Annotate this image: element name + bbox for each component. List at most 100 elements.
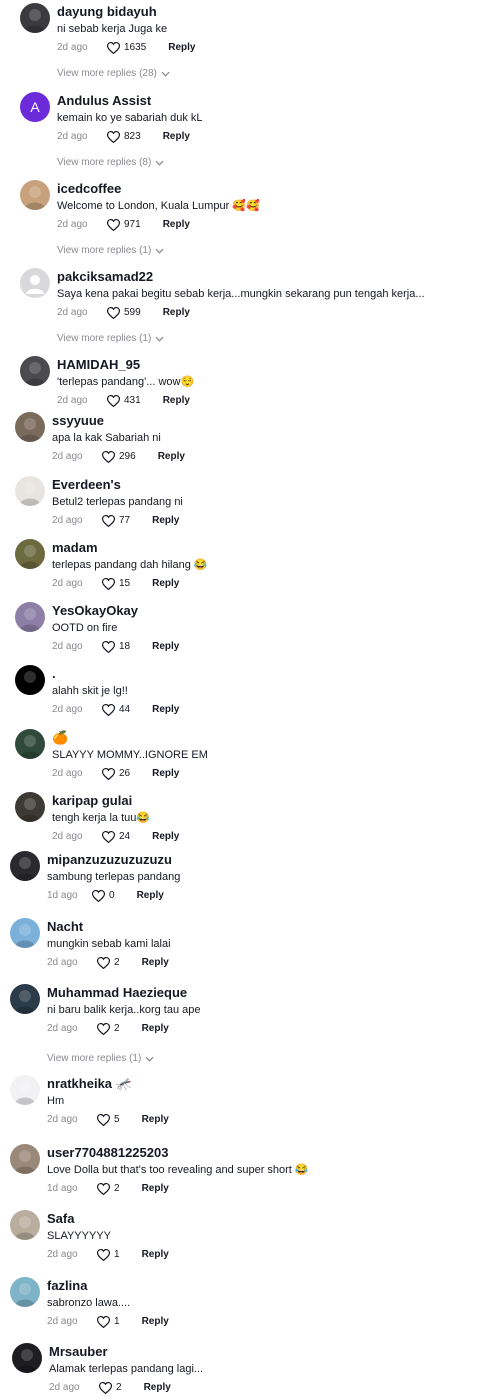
like-button[interactable]: 1635 [107, 41, 146, 54]
avatar[interactable] [10, 918, 40, 948]
avatar[interactable] [10, 1075, 40, 1105]
comment-username[interactable]: user7704881225203 [47, 1145, 168, 1161]
like-button[interactable]: 599 [107, 306, 141, 319]
avatar[interactable] [15, 792, 45, 822]
avatar[interactable] [10, 851, 40, 881]
like-button[interactable]: 2 [97, 956, 120, 969]
avatar[interactable] [15, 539, 45, 569]
like-button[interactable]: 296 [102, 450, 136, 463]
like-button[interactable]: 431 [107, 394, 141, 407]
avatar[interactable] [20, 268, 50, 298]
comment-username[interactable]: Mrsauber [49, 1344, 108, 1360]
avatar[interactable] [15, 729, 45, 759]
avatar[interactable] [12, 1343, 42, 1373]
like-button[interactable]: 44 [102, 703, 130, 716]
comment-username[interactable]: Safa [47, 1211, 74, 1227]
reply-button[interactable]: Reply [168, 41, 195, 54]
like-button[interactable]: 971 [107, 218, 141, 231]
reply-button[interactable]: Reply [142, 1182, 169, 1195]
avatar[interactable] [15, 602, 45, 632]
reply-button[interactable]: Reply [144, 1381, 171, 1394]
reply-button[interactable]: Reply [163, 306, 190, 319]
view-more-replies-button[interactable]: View more replies (1) [57, 333, 164, 344]
heart-outline-icon[interactable] [97, 1113, 110, 1126]
comment-username[interactable]: 🍊 [52, 730, 68, 746]
heart-outline-icon[interactable] [102, 830, 115, 843]
like-button[interactable]: 0 [92, 889, 115, 902]
comment-username[interactable]: nratkheika 🦟 [47, 1076, 132, 1092]
comment-username[interactable]: Nacht [47, 919, 83, 935]
heart-outline-icon[interactable] [92, 889, 105, 902]
view-more-replies-button[interactable]: View more replies (1) [57, 245, 164, 256]
heart-outline-icon[interactable] [107, 306, 120, 319]
comment-username[interactable]: fazlina [47, 1278, 87, 1294]
like-button[interactable]: 1 [97, 1248, 120, 1261]
view-more-replies-button[interactable]: View more replies (1) [47, 1053, 154, 1064]
heart-outline-icon[interactable] [97, 956, 110, 969]
like-button[interactable]: 15 [102, 577, 130, 590]
comment-username[interactable]: Andulus Assist [57, 93, 151, 109]
reply-button[interactable]: Reply [152, 703, 179, 716]
like-button[interactable]: 77 [102, 514, 130, 527]
comment-username[interactable]: ssyyuue [52, 413, 104, 429]
reply-button[interactable]: Reply [152, 640, 179, 653]
heart-outline-icon[interactable] [97, 1182, 110, 1195]
like-button[interactable]: 1 [97, 1315, 120, 1328]
reply-button[interactable]: Reply [163, 130, 190, 143]
comment-username[interactable]: YesOkayOkay [52, 603, 138, 619]
avatar[interactable] [10, 1277, 40, 1307]
like-button[interactable]: 823 [107, 130, 141, 143]
like-button[interactable]: 2 [99, 1381, 122, 1394]
reply-button[interactable]: Reply [152, 767, 179, 780]
heart-outline-icon[interactable] [102, 640, 115, 653]
heart-outline-icon[interactable] [97, 1248, 110, 1261]
reply-button[interactable]: Reply [152, 577, 179, 590]
comment-username[interactable]: Muhammad Haezieque [47, 985, 187, 1001]
view-more-replies-button[interactable]: View more replies (28) [57, 68, 170, 79]
avatar[interactable] [20, 3, 50, 33]
reply-button[interactable]: Reply [158, 450, 185, 463]
reply-button[interactable]: Reply [142, 1248, 169, 1261]
comment-username[interactable]: mipanzuzuzuzuzuzu [47, 852, 172, 868]
comment-username[interactable]: pakciksamad22 [57, 269, 153, 285]
comment-username[interactable]: Everdeen's [52, 477, 121, 493]
like-button[interactable]: 5 [97, 1113, 120, 1126]
view-more-replies-button[interactable]: View more replies (8) [57, 157, 164, 168]
reply-button[interactable]: Reply [142, 1113, 169, 1126]
avatar[interactable] [10, 984, 40, 1014]
heart-outline-icon[interactable] [102, 577, 115, 590]
reply-button[interactable]: Reply [152, 830, 179, 843]
avatar[interactable] [10, 1144, 40, 1174]
like-button[interactable]: 2 [97, 1182, 120, 1195]
heart-outline-icon[interactable] [107, 130, 120, 143]
reply-button[interactable]: Reply [142, 956, 169, 969]
comment-username[interactable]: madam [52, 540, 98, 556]
reply-button[interactable]: Reply [142, 1315, 169, 1328]
comment-username[interactable]: karipap gulai [52, 793, 132, 809]
heart-outline-icon[interactable] [99, 1381, 112, 1394]
comment-username[interactable]: HAMIDAH_95 [57, 357, 140, 373]
avatar[interactable] [20, 180, 50, 210]
reply-button[interactable]: Reply [152, 514, 179, 527]
heart-outline-icon[interactable] [97, 1315, 110, 1328]
comment-username[interactable]: icedcoffee [57, 181, 121, 197]
like-button[interactable]: 26 [102, 767, 130, 780]
avatar[interactable] [10, 1210, 40, 1240]
heart-outline-icon[interactable] [97, 1022, 110, 1035]
like-button[interactable]: 2 [97, 1022, 120, 1035]
heart-outline-icon[interactable] [102, 703, 115, 716]
heart-outline-icon[interactable] [102, 450, 115, 463]
avatar[interactable]: A [20, 92, 50, 122]
reply-button[interactable]: Reply [163, 218, 190, 231]
reply-button[interactable]: Reply [163, 394, 190, 407]
comment-username[interactable]: . [52, 666, 56, 682]
heart-outline-icon[interactable] [107, 394, 120, 407]
avatar[interactable] [20, 356, 50, 386]
heart-outline-icon[interactable] [102, 514, 115, 527]
avatar[interactable] [15, 665, 45, 695]
avatar[interactable] [15, 412, 45, 442]
comment-username[interactable]: dayung bidayuh [57, 4, 157, 20]
reply-button[interactable]: Reply [142, 1022, 169, 1035]
heart-outline-icon[interactable] [102, 767, 115, 780]
heart-outline-icon[interactable] [107, 41, 120, 54]
